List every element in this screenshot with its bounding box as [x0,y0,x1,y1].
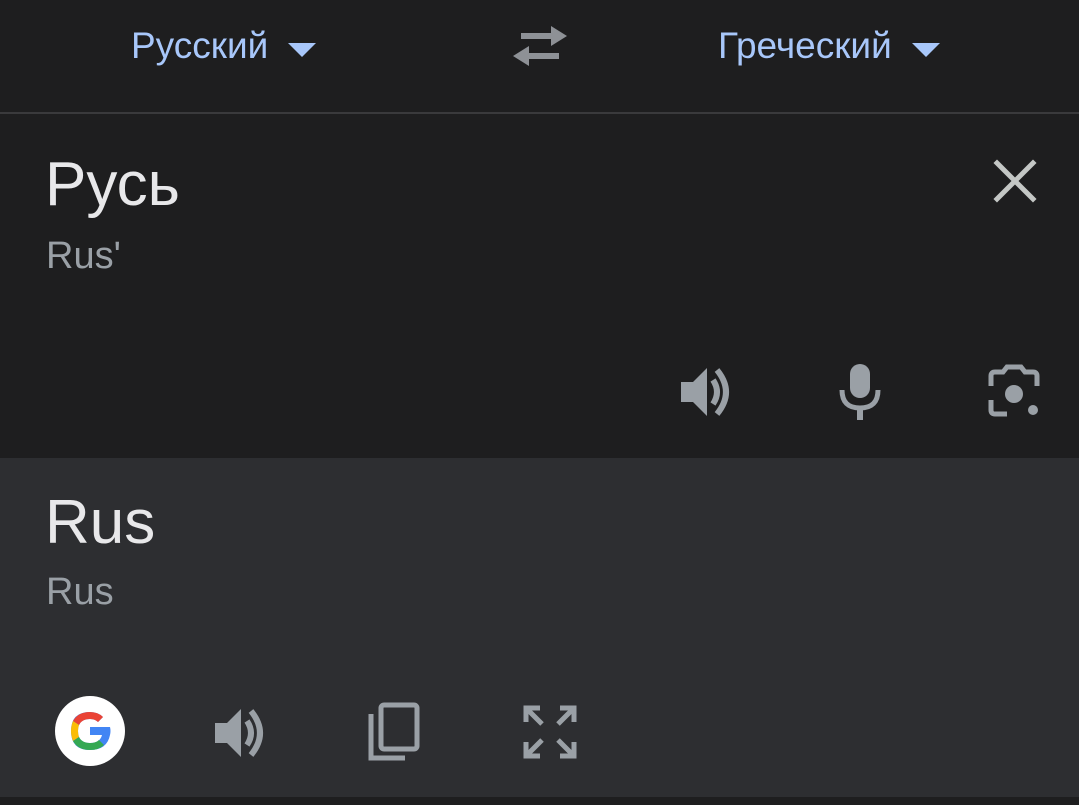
camera-translate-button[interactable] [980,358,1048,426]
camera-lens-icon [988,364,1040,417]
swap-icon [513,26,567,66]
target-language-label: Греческий [718,25,892,66]
source-panel: Русь Rus' [0,114,1079,458]
microphone-icon [839,364,881,420]
translation-transliteration: Rus [46,571,114,613]
google-search-button[interactable] [55,696,125,766]
source-input-text[interactable]: Русь [45,150,180,220]
translation-text: Rus [45,488,156,557]
target-language-selector[interactable]: Греческий [718,24,940,68]
copy-translation-button[interactable] [360,698,428,766]
bottom-divider [0,797,1079,805]
translation-listen-button[interactable] [208,699,276,767]
source-listen-button[interactable] [674,358,742,426]
copy-icon [368,702,420,761]
translate-app: Русский Греческий Русь Rus' Rus Rus [0,0,1079,805]
target-dropdown-caret-icon [911,43,940,57]
google-logo-icon [71,712,111,750]
fullscreen-button[interactable] [516,698,584,766]
result-panel: Rus Rus [0,458,1079,797]
fullscreen-icon [523,705,577,759]
speaker-icon [681,368,729,416]
clear-input-button[interactable] [984,150,1046,212]
source-transliteration: Rus' [46,235,121,277]
source-toolbar [0,358,1079,428]
source-dropdown-caret-icon [288,43,317,57]
close-icon [993,159,1037,203]
source-language-selector[interactable]: Русский [131,24,317,68]
swap-languages-button[interactable] [508,22,572,70]
language-bar: Русский Греческий [0,0,1079,114]
microphone-button[interactable] [826,358,894,426]
speaker-icon [215,709,263,757]
source-language-label: Русский [131,25,269,66]
